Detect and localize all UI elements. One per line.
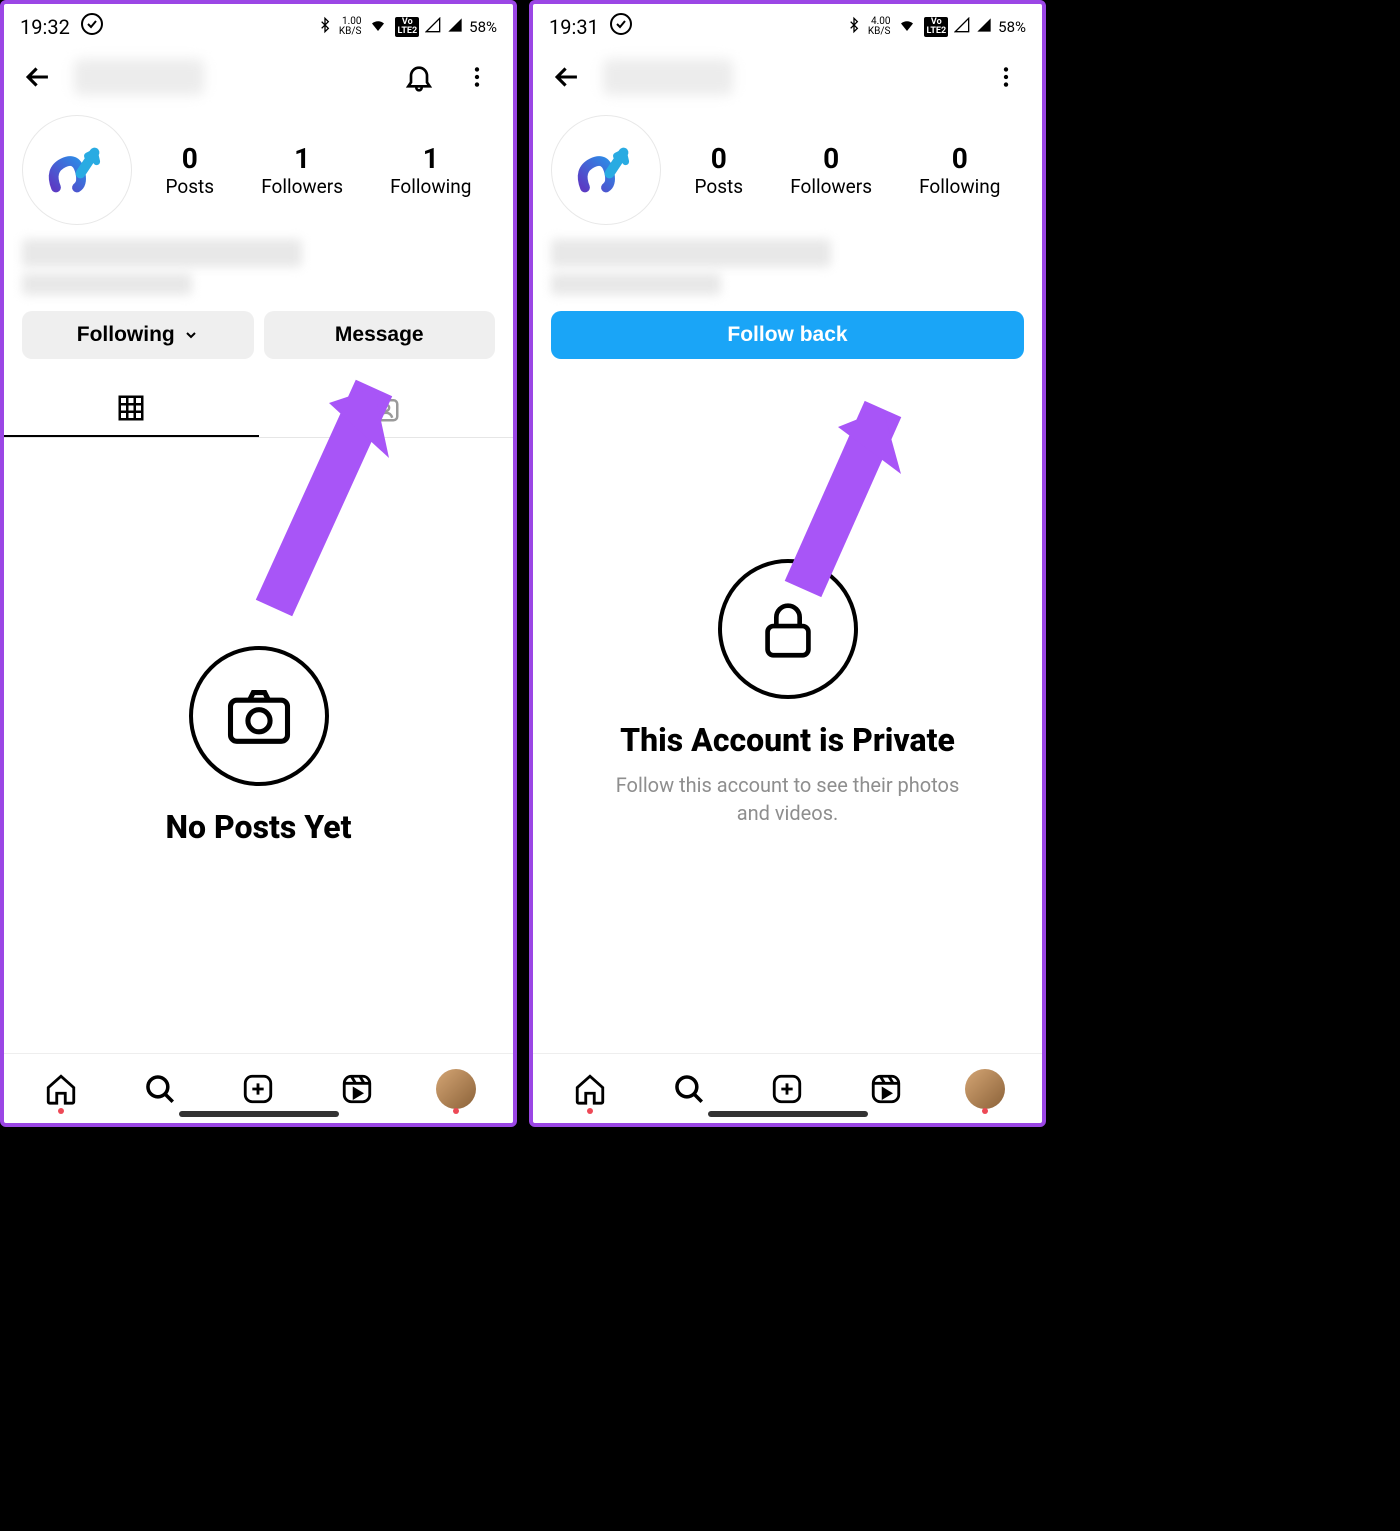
nav-reels[interactable] — [334, 1066, 380, 1112]
nav-create[interactable] — [235, 1066, 281, 1112]
profile-header — [533, 45, 1042, 109]
following-button[interactable]: Following — [22, 311, 254, 359]
nav-profile[interactable] — [962, 1066, 1008, 1112]
follow-back-button[interactable]: Follow back — [551, 311, 1024, 359]
action-buttons: Follow back — [533, 297, 1042, 369]
following-stat[interactable]: 1 Following — [390, 142, 471, 198]
grid-icon — [116, 393, 146, 423]
reels-icon — [869, 1072, 903, 1106]
home-icon — [573, 1072, 607, 1106]
home-icon — [44, 1072, 78, 1106]
profile-header — [4, 45, 513, 109]
search-icon — [672, 1072, 706, 1106]
username-redacted — [74, 59, 204, 95]
posts-stat[interactable]: 0 Posts — [166, 142, 215, 198]
phone-right: 19:31 4.00KB/S VoLTE2 58% — [529, 0, 1046, 1127]
username-redacted — [603, 59, 733, 95]
more-options-button[interactable] — [457, 57, 497, 97]
action-buttons: Following Message — [4, 297, 513, 369]
private-account-state: This Account is Private Follow this acco… — [533, 369, 1042, 1053]
profile-tabs — [4, 381, 513, 438]
bio-line-redacted — [22, 239, 302, 267]
volte-badge: VoLTE2 — [395, 17, 419, 37]
check-shield-icon — [80, 12, 104, 41]
chevron-down-icon — [183, 327, 199, 343]
wifi-icon — [367, 16, 389, 38]
camera-circle-icon — [189, 646, 329, 786]
posts-empty-state: No Posts Yet — [4, 438, 513, 1053]
nav-reels[interactable] — [863, 1066, 909, 1112]
volte-badge: VoLTE2 — [924, 17, 948, 37]
bluetooth-icon — [846, 15, 862, 39]
signal-icon — [954, 17, 970, 37]
bottom-nav — [4, 1053, 513, 1123]
lock-circle-icon — [718, 559, 858, 699]
bluetooth-icon — [317, 15, 333, 39]
gesture-bar — [708, 1111, 868, 1117]
plus-square-icon — [241, 1072, 275, 1106]
followers-stat[interactable]: 0 Followers — [790, 142, 872, 198]
notification-bell-button[interactable] — [399, 57, 439, 97]
plus-square-icon — [770, 1072, 804, 1106]
gesture-bar — [179, 1111, 339, 1117]
network-speed: 1.00KB/S — [339, 17, 362, 37]
nav-search[interactable] — [666, 1066, 712, 1112]
followers-stat[interactable]: 1 Followers — [261, 142, 343, 198]
no-posts-title: No Posts Yet — [165, 808, 351, 846]
phone-left: 19:32 1.00KB/S VoLTE2 58% — [0, 0, 517, 1127]
clock-text: 19:31 — [549, 15, 599, 39]
notification-dot — [982, 1108, 988, 1114]
back-button[interactable] — [549, 59, 585, 95]
private-title: This Account is Private — [620, 721, 955, 759]
following-stat[interactable]: 0 Following — [919, 142, 1000, 198]
notification-dot — [453, 1108, 459, 1114]
signal-icon-2 — [447, 17, 463, 37]
more-options-button[interactable] — [986, 57, 1026, 97]
tagged-tab[interactable] — [259, 381, 514, 437]
posts-stat[interactable]: 0 Posts — [695, 142, 744, 198]
clock-text: 19:32 — [20, 15, 70, 39]
notification-dot — [58, 1108, 64, 1114]
nav-home[interactable] — [38, 1066, 84, 1112]
check-shield-icon — [609, 12, 633, 41]
profile-avatar[interactable] — [551, 115, 661, 225]
nav-search[interactable] — [137, 1066, 183, 1112]
message-button[interactable]: Message — [264, 311, 496, 359]
battery-text: 58% — [998, 18, 1026, 36]
profile-info-row: 0 Posts 0 Followers 0 Following — [533, 109, 1042, 235]
nav-profile[interactable] — [433, 1066, 479, 1112]
profile-info-row: 0 Posts 1 Followers 1 Following — [4, 109, 513, 235]
nav-home[interactable] — [567, 1066, 613, 1112]
bio-line-redacted-2 — [551, 273, 721, 295]
private-subtext: Follow this account to see their photos … — [598, 771, 978, 827]
profile-avatar-icon — [965, 1069, 1005, 1109]
tagged-icon — [371, 394, 401, 424]
nav-create[interactable] — [764, 1066, 810, 1112]
status-bar: 19:31 4.00KB/S VoLTE2 58% — [533, 4, 1042, 45]
reels-icon — [340, 1072, 374, 1106]
bio-line-redacted — [551, 239, 831, 267]
bottom-nav — [533, 1053, 1042, 1123]
notification-dot — [587, 1108, 593, 1114]
signal-icon-2 — [976, 17, 992, 37]
bio-line-redacted-2 — [22, 273, 192, 295]
wifi-icon — [896, 16, 918, 38]
battery-text: 58% — [469, 18, 497, 36]
signal-icon — [425, 17, 441, 37]
network-speed: 4.00KB/S — [868, 17, 891, 37]
profile-avatar[interactable] — [22, 115, 132, 225]
back-button[interactable] — [20, 59, 56, 95]
status-bar: 19:32 1.00KB/S VoLTE2 58% — [4, 4, 513, 45]
grid-tab[interactable] — [4, 381, 259, 437]
search-icon — [143, 1072, 177, 1106]
profile-avatar-icon — [436, 1069, 476, 1109]
